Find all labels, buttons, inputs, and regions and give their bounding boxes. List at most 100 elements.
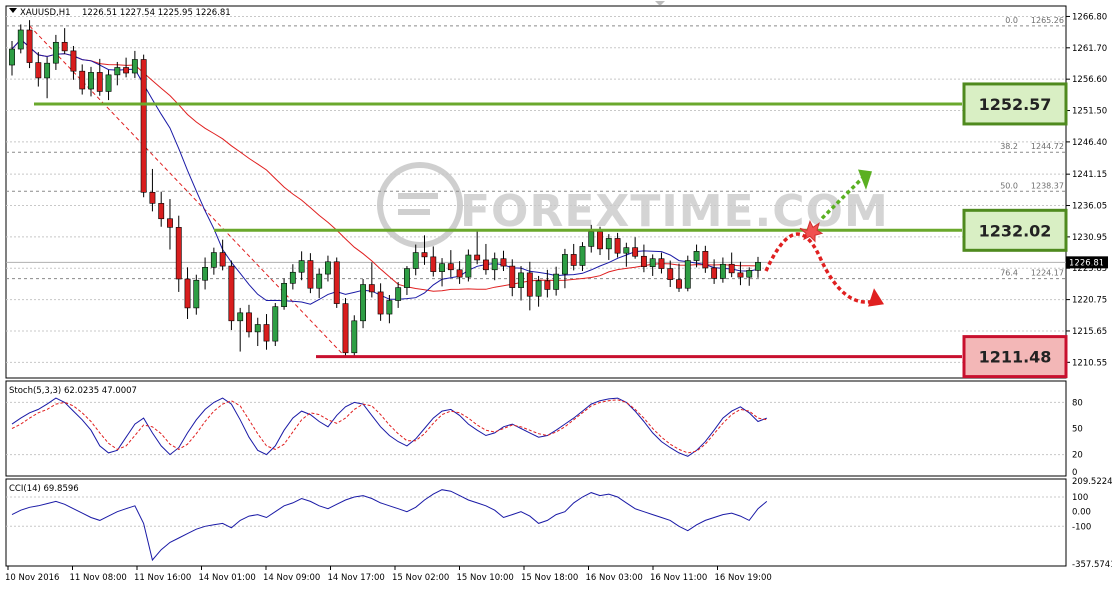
candle-body	[500, 258, 507, 267]
candle-body	[430, 256, 437, 272]
level-label-pivot: 1232.02	[979, 221, 1052, 240]
trading-chart: FOREXTIME.COM 0.0 1265.26 38.2 1244.72 50.0 1…	[0, 0, 1112, 588]
candle-body	[342, 303, 349, 354]
candle-body	[491, 258, 498, 271]
price-tick-label: 1210.55	[1072, 358, 1107, 368]
candle-body	[667, 268, 674, 280]
candle-body	[140, 59, 147, 193]
candle-body	[518, 272, 524, 288]
candle-body	[307, 260, 314, 289]
stoch-tick-label: 50	[1072, 425, 1083, 435]
time-tick-label: 16 Nov 11:00	[650, 573, 707, 583]
candle-body	[588, 231, 595, 247]
time-tick-label: 14 Nov 17:00	[328, 573, 385, 583]
price-tick-label: 1256.60	[1072, 75, 1107, 85]
candle-body	[105, 74, 112, 92]
candle-body	[465, 254, 472, 278]
time-tick-label: 14 Nov 09:00	[263, 573, 320, 583]
candle-body	[509, 265, 516, 288]
candle-body	[184, 278, 191, 309]
candle-body	[658, 258, 665, 269]
candle-body	[228, 265, 235, 322]
candle-body	[482, 259, 489, 271]
price-tick-label: 1261.70	[1072, 44, 1107, 54]
time-tick-label: 15 Nov 10:00	[457, 573, 514, 583]
candle-body	[70, 50, 77, 72]
ohlc-header: 1226.51 1227.54 1225.95 1226.81	[82, 8, 231, 18]
fib-level-label: 0.0	[1005, 16, 1018, 25]
candle-body	[368, 284, 375, 293]
candle-body	[412, 252, 419, 269]
candle-body	[605, 238, 612, 250]
price-tick-label: 1236.05	[1072, 202, 1107, 212]
candle-body	[202, 267, 209, 281]
fib-level-label: 38.2	[1000, 142, 1018, 151]
price-tick-label: 1241.15	[1072, 170, 1107, 180]
fib-level-price: 1265.26	[1031, 16, 1064, 25]
candle-body	[289, 271, 296, 284]
candle-body	[719, 263, 726, 279]
cci-title: CCI(14) 69.8596	[9, 484, 79, 494]
candle-body	[272, 306, 279, 342]
candle-body	[167, 218, 173, 228]
candle-body	[149, 192, 156, 204]
candle-body	[421, 252, 428, 258]
candle-body	[702, 251, 709, 269]
candle-body	[123, 67, 130, 74]
candle-body	[623, 247, 630, 254]
time-tick-label: 14 Nov 01:00	[199, 573, 256, 583]
candle-body	[281, 283, 288, 307]
cci-tick-label: 0.00	[1072, 508, 1091, 518]
stoch-panel-frame	[5, 380, 1067, 477]
candle-body	[684, 260, 691, 289]
fib-level-price: 1244.72	[1031, 142, 1064, 151]
cci-tick-label: 209.5224	[1072, 477, 1112, 487]
candle-body	[351, 320, 358, 354]
candle-body	[404, 268, 410, 288]
candle-body	[632, 247, 639, 257]
candle-body	[553, 273, 560, 290]
chart-shift-marker	[655, 1, 665, 6]
candle-body	[474, 254, 481, 261]
stoch-tick-label: 20	[1072, 451, 1083, 461]
candle-body	[526, 272, 533, 297]
candle-body	[439, 263, 445, 272]
candle-body	[579, 246, 586, 266]
candle-body	[96, 72, 103, 92]
candle-body	[254, 324, 261, 333]
fib-level-label: 50.0	[1000, 181, 1018, 190]
candle-body	[210, 252, 217, 268]
candle-body	[746, 270, 753, 278]
candle-body	[316, 273, 323, 289]
candle-body	[263, 324, 270, 342]
candle-body	[44, 62, 51, 79]
fib-level-label: 76.4	[1000, 269, 1018, 278]
chart-title: XAUUSD,H1	[20, 8, 71, 18]
candle-body	[386, 300, 393, 315]
candle-body	[61, 41, 68, 52]
level-label-resistance: 1252.57	[979, 95, 1052, 114]
time-tick-label: 16 Nov 03:00	[586, 573, 643, 583]
candle-body	[561, 254, 568, 275]
candle-body	[649, 258, 656, 268]
time-tick-label: 15 Nov 18:00	[521, 573, 578, 583]
candle-body	[237, 312, 244, 322]
cci-tick-label: -357.5741	[1072, 560, 1112, 570]
candle-body	[333, 261, 340, 304]
candle-body	[9, 48, 15, 66]
candle-body	[640, 255, 647, 268]
candle-body	[456, 269, 463, 278]
candle-body	[377, 291, 384, 315]
price-tick-label: 1251.50	[1072, 107, 1107, 117]
fib-level-price: 1238.37	[1031, 181, 1064, 190]
candle-body	[755, 262, 761, 271]
candle-body	[26, 29, 33, 63]
price-tick-label: 1215.65	[1072, 327, 1107, 337]
candle-body	[693, 251, 700, 261]
candle-body	[219, 252, 226, 267]
price-tick-label: 1225.85	[1072, 264, 1107, 274]
candle-body	[544, 280, 551, 290]
candle-body	[88, 72, 94, 90]
candle-body	[535, 280, 542, 297]
candle-body	[728, 263, 735, 274]
